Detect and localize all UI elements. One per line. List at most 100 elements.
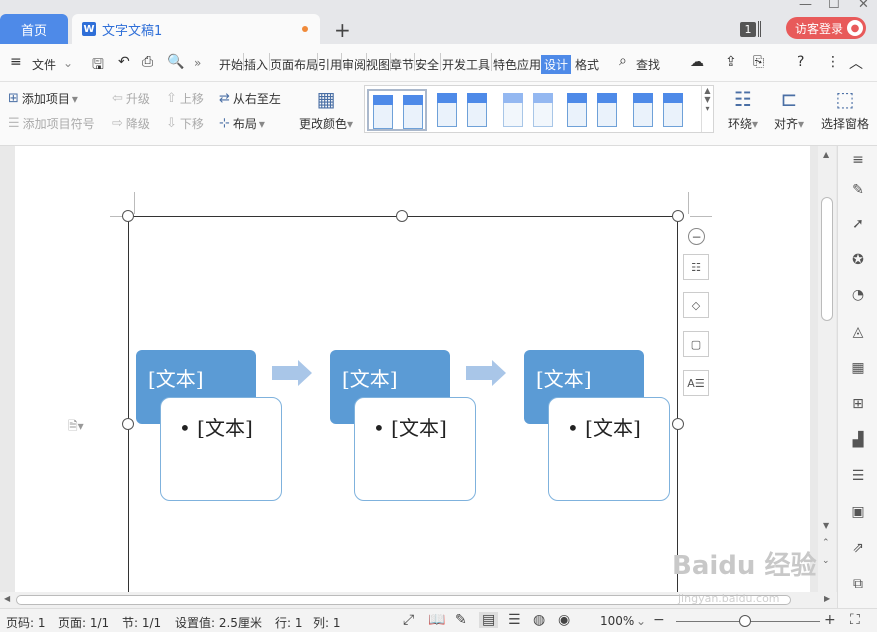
fullscreen-icon[interactable]: ⤢ (403, 612, 414, 628)
close-icon[interactable]: ✕ (858, 0, 869, 12)
hamburger-icon[interactable]: ≡ (10, 54, 22, 70)
menu-format[interactable]: 格式 (575, 56, 599, 73)
cloud-icon[interactable]: ☁ (690, 54, 704, 70)
zoom-slider-knob[interactable] (739, 615, 751, 627)
preview-icon[interactable]: 🔍 (167, 54, 184, 70)
text-tool-icon[interactable]: A☰ (683, 370, 709, 396)
smartart-node-body[interactable]: • [文本] (548, 397, 670, 501)
table-icon[interactable]: ▦ (849, 360, 867, 378)
page-view-icon[interactable]: ▤ (479, 612, 499, 628)
zoom-level[interactable]: 100% (600, 614, 634, 628)
menu-reference[interactable]: 引用 (318, 56, 342, 73)
menu-page-layout[interactable]: 页面布局 (270, 56, 318, 73)
resize-handle[interactable] (122, 210, 134, 222)
move-down-button[interactable]: ⇩ 下移 (166, 115, 204, 132)
style-option[interactable] (367, 89, 427, 131)
smartart-node-body[interactable]: • [文本] (354, 397, 476, 501)
save-icon[interactable]: 🖫 (92, 54, 104, 78)
menu-insert[interactable]: 插入 (244, 56, 268, 73)
collapse-ribbon-icon[interactable]: ︿ (849, 53, 863, 73)
menu-security[interactable]: 安全 (415, 56, 439, 73)
minimize-icon[interactable]: — (799, 0, 812, 12)
window-list-icon[interactable] (758, 21, 761, 37)
menu-review[interactable]: 审阅 (342, 56, 366, 73)
badge-icon[interactable]: ✪ (849, 252, 867, 270)
text-wrap-tool-icon[interactable]: ☷ (683, 254, 709, 280)
menu-dev-tools[interactable]: 开发工具 (442, 56, 490, 73)
resize-handle[interactable] (672, 418, 684, 430)
shapes-icon[interactable]: ◔ (849, 287, 867, 305)
style-option[interactable] (629, 89, 689, 131)
settings-sliders-icon[interactable]: ☰ (849, 468, 867, 486)
window-count-badge[interactable]: 1 (740, 22, 756, 37)
menu-section[interactable]: 章节 (390, 56, 414, 73)
undo-icon[interactable]: ↶ (118, 54, 130, 70)
collapse-panel-icon[interactable]: ⧉ (849, 576, 867, 594)
maximize-icon[interactable]: ☐ (828, 0, 840, 12)
select-pane-button[interactable]: ⬚ 选择窗格 (821, 87, 869, 132)
image-icon[interactable]: ▣ (849, 504, 867, 522)
menu-file[interactable]: 文件 (32, 56, 56, 73)
help-icon[interactable]: ? (797, 54, 804, 70)
fill-tool-icon[interactable]: ◇ (683, 292, 709, 318)
horizontal-scroll-thumb[interactable] (16, 595, 791, 605)
reading-view-icon[interactable]: 📖 (428, 612, 445, 628)
pen-icon[interactable]: ✎ (849, 182, 867, 200)
zoom-in-icon[interactable]: + (824, 612, 836, 628)
align-button[interactable]: ⊏ 对齐▾ (774, 87, 804, 132)
move-up-button[interactable]: ⇧ 上移 (166, 90, 204, 107)
grid-icon[interactable]: ⊞ (849, 396, 867, 414)
status-setting[interactable]: 设置值: 2.5厘米 (175, 614, 262, 631)
outline-tool-icon[interactable]: ▢ (683, 331, 709, 357)
add-bullet-button[interactable]: ☰ 添加项目符号 (8, 115, 95, 132)
paragraph-icon[interactable]: 🗎▾ (68, 417, 84, 438)
add-item-button[interactable]: ⊞ 添加项目 ▾ (8, 90, 78, 107)
more-vertical-icon[interactable]: ⋮ (826, 54, 840, 70)
style-option[interactable] (563, 89, 623, 131)
export-icon[interactable]: ⇗ (849, 540, 867, 558)
style-option[interactable] (433, 89, 493, 131)
fill-icon[interactable]: ◬ (849, 324, 867, 342)
edit-icon[interactable]: ✎ (455, 612, 467, 628)
menu-start[interactable]: 开始 (219, 56, 243, 73)
menu-special[interactable]: 特色应用 (493, 56, 541, 73)
more-icon[interactable]: » (194, 56, 201, 70)
menu-view[interactable]: 视图 (366, 56, 390, 73)
vertical-scroll-thumb[interactable] (821, 197, 833, 321)
style-option[interactable] (499, 89, 559, 131)
collapse-icon[interactable]: − (688, 228, 705, 245)
layout-button[interactable]: ⊹ 布局 ▾ (219, 115, 265, 132)
chevron-down-icon[interactable]: ⌄ (63, 56, 73, 70)
menu-design[interactable]: 设计 (541, 55, 572, 74)
tab-home[interactable]: 首页 (0, 14, 68, 44)
eye-protection-icon[interactable]: ◉ (558, 612, 570, 628)
menu-lines-icon[interactable]: ≡ (849, 152, 867, 170)
smartart-node-body[interactable]: • [文本] (160, 397, 282, 501)
document-title: 文字文稿1 (102, 23, 163, 39)
print-icon[interactable]: ⎙ (142, 54, 153, 70)
outline-view-icon[interactable]: ☰ (508, 612, 521, 628)
search-icon[interactable]: ⌕ (619, 53, 627, 69)
web-view-icon[interactable]: ◍ (533, 612, 545, 628)
right-to-left-button[interactable]: ⇄ 从右至左 (219, 90, 281, 107)
new-tab-button[interactable]: + (334, 18, 351, 42)
resize-handle[interactable] (122, 418, 134, 430)
cursor-icon[interactable]: ➚ (849, 216, 867, 234)
align-icon: ⊏ (780, 87, 798, 111)
resize-handle[interactable] (396, 210, 408, 222)
fit-window-icon[interactable]: ⛶ (850, 612, 860, 628)
export-icon[interactable]: ⎘ (753, 54, 764, 70)
tab-document[interactable]: W 文字文稿1 (72, 14, 320, 44)
resize-handle[interactable] (672, 210, 684, 222)
chart-icon[interactable]: ▟ (849, 432, 867, 450)
promote-button[interactable]: ⇦ 升级 (112, 90, 150, 107)
zoom-out-icon[interactable]: − (653, 612, 665, 628)
wrap-button[interactable]: ☷ 环绕▾ (728, 87, 758, 132)
share-icon[interactable]: ⇪ (725, 54, 737, 70)
change-color-button[interactable]: ▦ 更改颜色▾ (299, 87, 353, 132)
demote-button[interactable]: ⇨ 降级 (112, 115, 150, 132)
zoom-dropdown-icon[interactable]: ⌄ (636, 614, 646, 628)
menu-find[interactable]: 查找 (636, 56, 660, 73)
gallery-scroll[interactable]: ▲ ▼ ▾ (701, 86, 713, 132)
login-button[interactable]: 访客登录 ● (786, 17, 866, 39)
